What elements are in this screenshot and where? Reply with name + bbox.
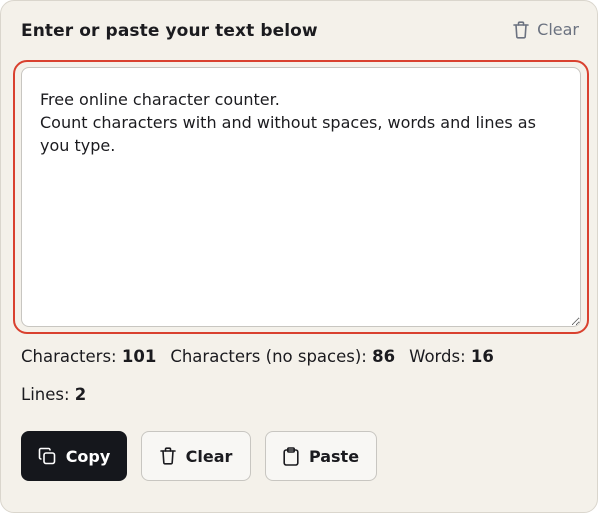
words-value: 16 [470, 347, 494, 366]
lines-stat: Lines: 2 [21, 385, 86, 404]
copy-label: Copy [65, 446, 111, 466]
header-clear-button[interactable]: Clear [513, 20, 579, 39]
characters-no-spaces-stat: Characters (no spaces): 86 [170, 347, 395, 366]
copy-icon [38, 447, 56, 465]
stats-row: Characters: 101 Characters (no spaces): 8… [21, 347, 508, 366]
characters-label: Characters: [21, 347, 117, 366]
characters-no-spaces-label: Characters (no spaces): [170, 347, 367, 366]
clear-button[interactable]: Clear [141, 431, 251, 481]
characters-value: 101 [121, 347, 157, 366]
stats-row-2: Lines: 2 [21, 385, 100, 404]
header-clear-label: Clear [537, 20, 579, 39]
trash-icon [159, 447, 176, 465]
words-label: Words: [409, 347, 466, 366]
clear-label: Clear [185, 446, 233, 466]
text-input[interactable]: Free online character counter. Count cha… [21, 67, 581, 327]
section-title: Enter or paste your text below [21, 21, 318, 41]
characters-no-spaces-value: 86 [372, 347, 396, 366]
trash-icon [513, 20, 529, 39]
lines-value: 2 [74, 385, 87, 404]
words-stat: Words: 16 [409, 347, 494, 366]
clipboard-icon [283, 446, 299, 466]
characters-stat: Characters: 101 [21, 347, 156, 366]
paste-label: Paste [308, 446, 360, 466]
text-counter-card: Enter or paste your text below Clear Fre… [0, 0, 598, 513]
copy-button[interactable]: Copy [21, 431, 127, 481]
paste-button[interactable]: Paste [265, 431, 377, 481]
lines-label: Lines: [21, 385, 70, 404]
